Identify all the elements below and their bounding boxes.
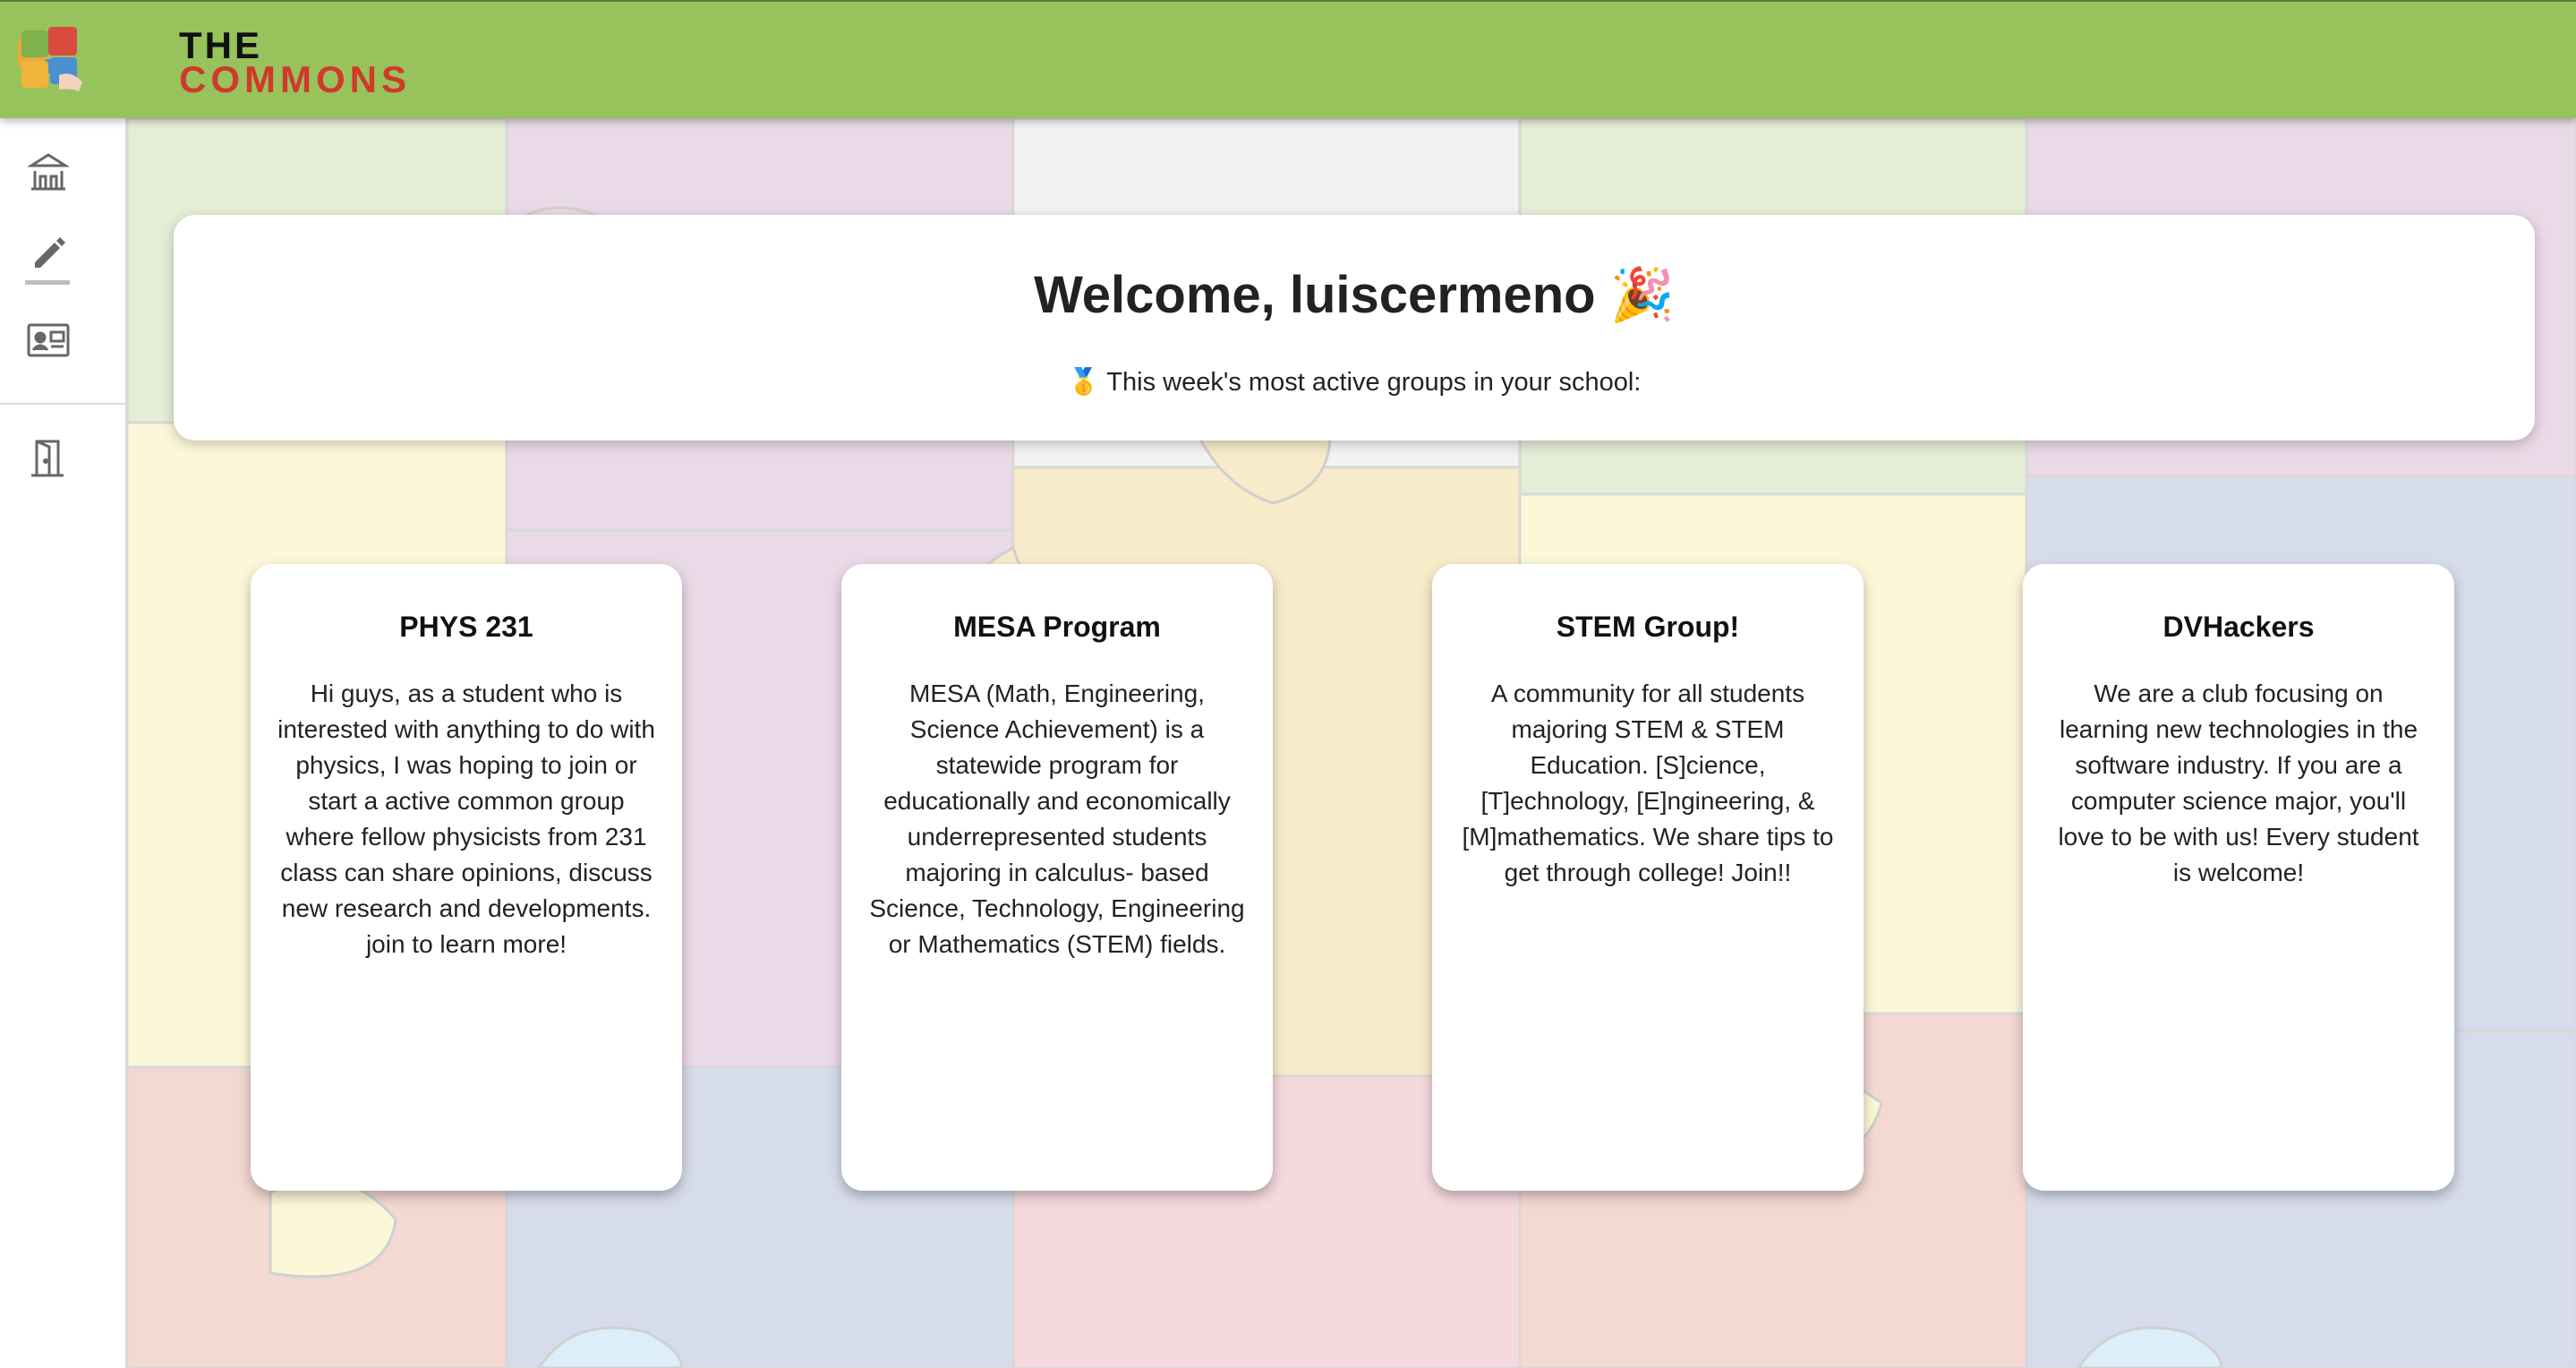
group-card-title: PHYS 231 <box>399 611 533 643</box>
group-card-title: MESA Program <box>953 611 1161 643</box>
group-card-title: STEM Group! <box>1556 611 1740 643</box>
sidebar <box>0 118 127 1368</box>
welcome-card: Welcome, luiscermeno 🎉 🥇 This week's mos… <box>174 215 2535 440</box>
sidebar-item-logout[interactable] <box>23 435 73 485</box>
group-card-mesa-program[interactable]: MESA Program MESA (Math, Engineering, Sc… <box>841 564 1273 1191</box>
sidebar-item-profile[interactable] <box>23 317 73 367</box>
door-exit-icon <box>28 438 69 483</box>
brand-logo[interactable]: THE COMMONS <box>179 27 411 100</box>
group-card-description: Hi guys, as a student who is interested … <box>277 680 655 958</box>
welcome-subtitle: 🥇 This week's most active groups in your… <box>1067 368 1642 397</box>
top-bar: THE COMMONS <box>0 0 2576 118</box>
group-card-description: A community for all students majoring ST… <box>1462 680 1834 886</box>
puzzle-logo-icon[interactable] <box>14 21 91 98</box>
group-card-title: DVHackers <box>2162 611 2315 643</box>
group-card-description: We are a club focusing on learning new t… <box>2058 680 2419 886</box>
pencil-icon <box>28 232 69 278</box>
main-content: Welcome, luiscermeno 🎉 🥇 This week's mos… <box>127 118 2576 1368</box>
school-icon <box>26 151 71 197</box>
sidebar-item-home[interactable] <box>23 149 73 199</box>
brand-line-2: COMMONS <box>179 57 411 100</box>
group-card-stem-group[interactable]: STEM Group! A community for all students… <box>1432 564 1864 1191</box>
group-card-dvhackers[interactable]: DVHackers We are a club focusing on lear… <box>2023 564 2454 1191</box>
group-card-description: MESA (Math, Engineering, Science Achieve… <box>869 680 1245 958</box>
group-card-phys-231[interactable]: PHYS 231 Hi guys, as a student who is in… <box>251 564 682 1191</box>
contact-card-icon <box>26 320 71 365</box>
welcome-title: Welcome, luiscermeno 🎉 <box>1034 266 1675 324</box>
sidebar-divider <box>0 403 127 405</box>
sidebar-item-create[interactable] <box>23 229 73 285</box>
